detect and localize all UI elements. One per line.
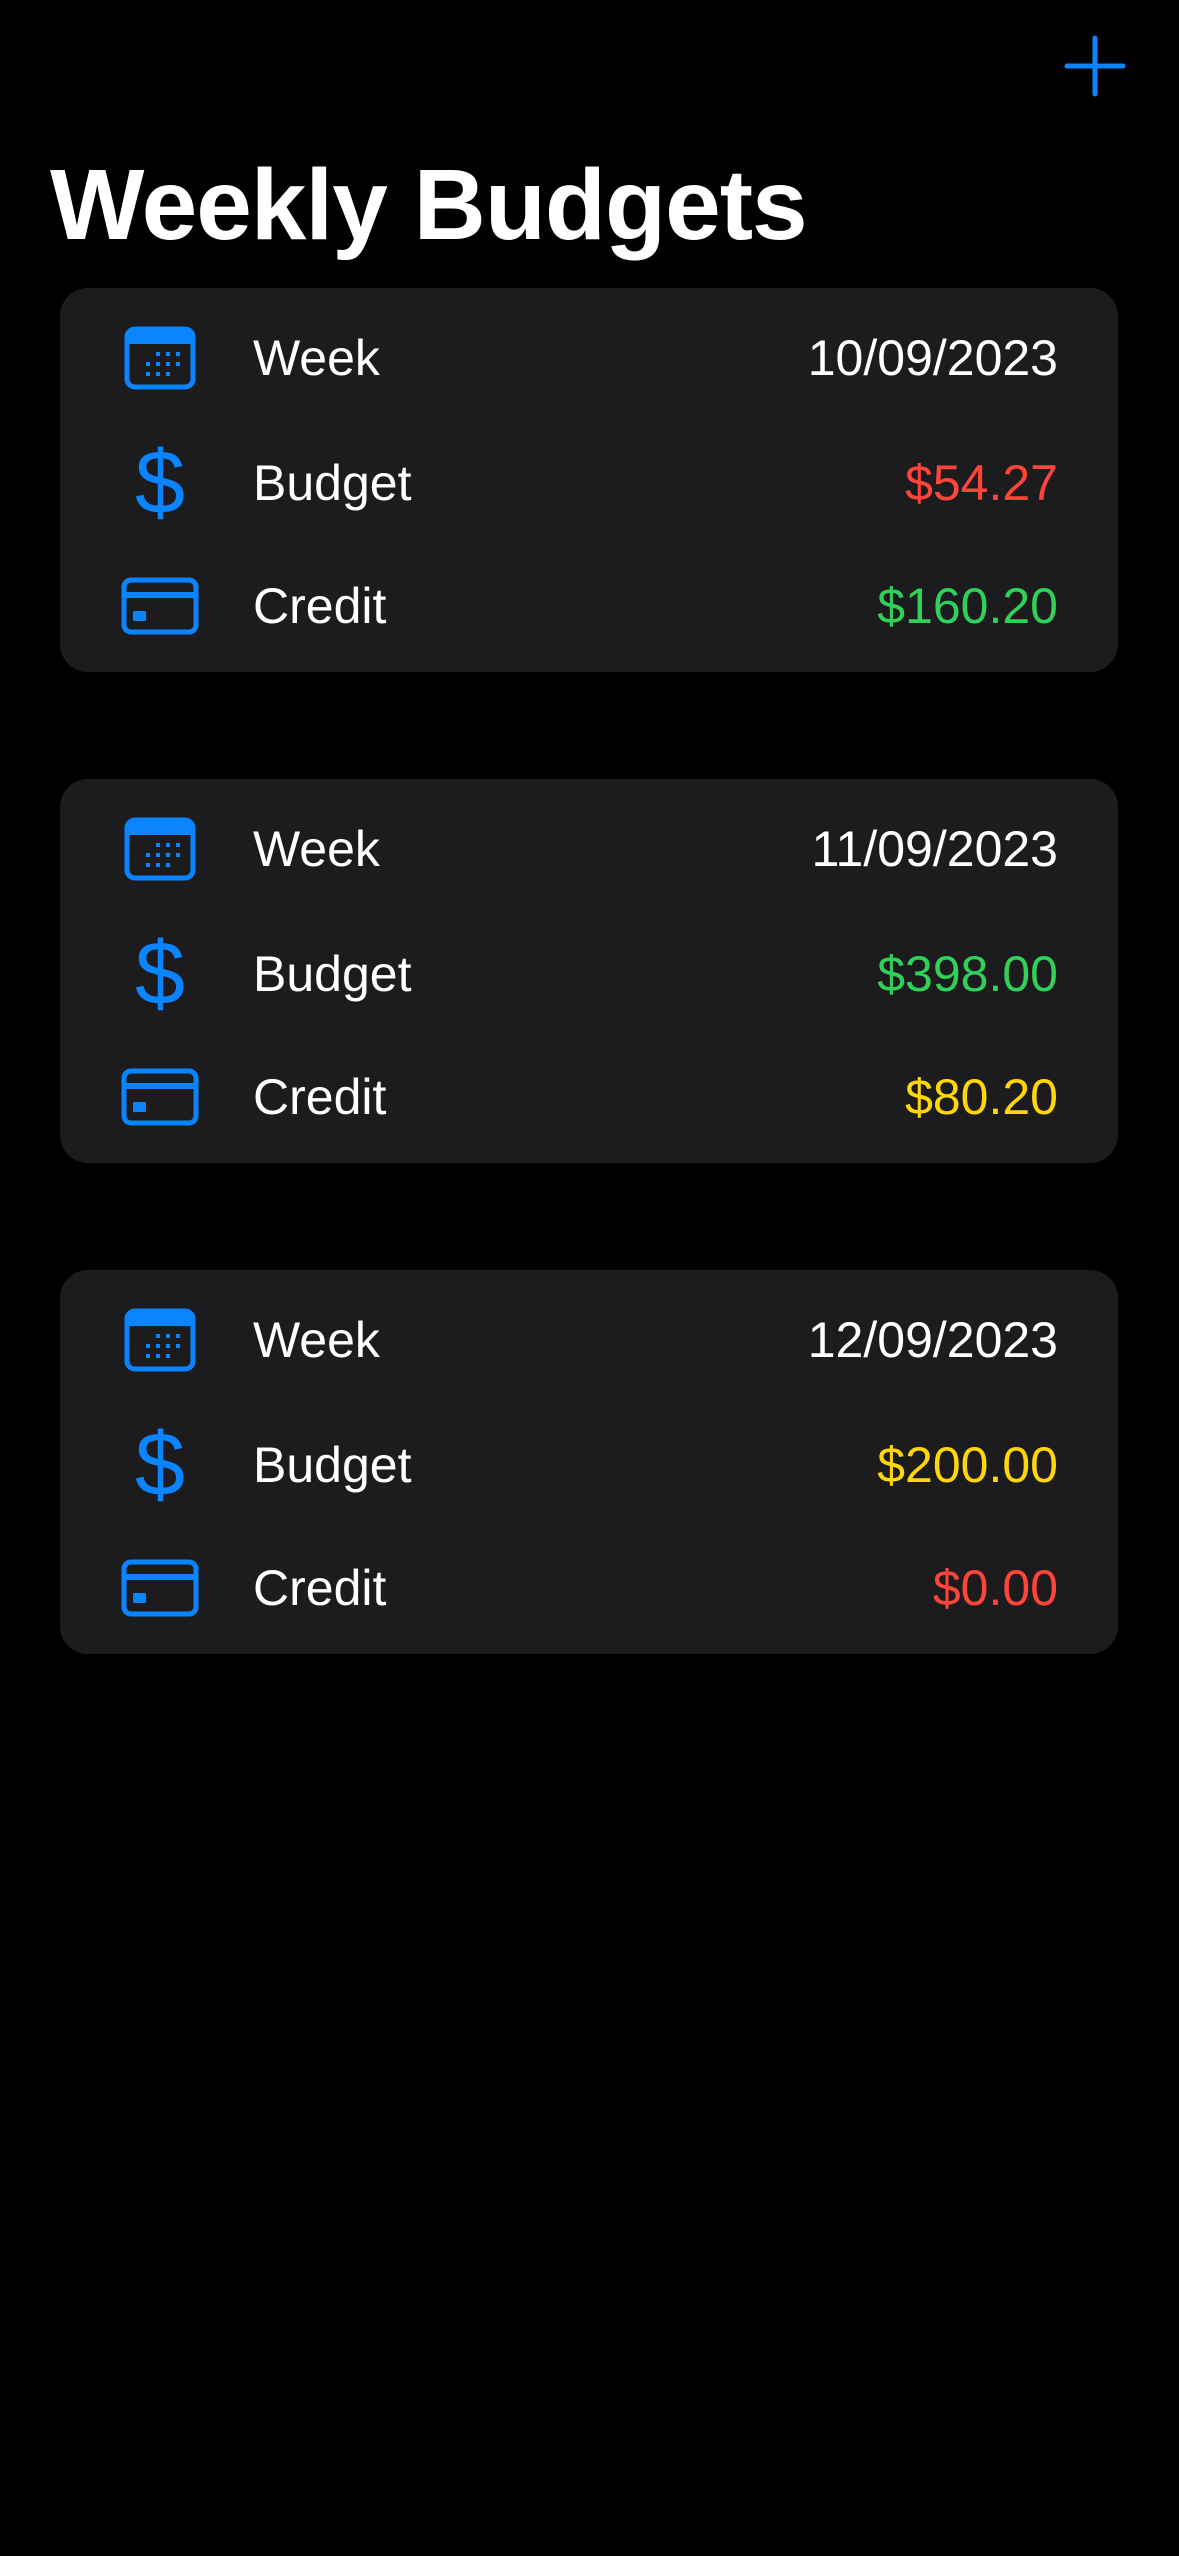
budget-value: $200.00	[877, 1437, 1058, 1493]
week-label: Week	[253, 1312, 380, 1368]
week-label: Week	[253, 330, 380, 386]
budget-card[interactable]: Week 12/09/2023 $ Budget $200.00 Credit …	[60, 1270, 1118, 1654]
dollar-sign-icon: $	[134, 1415, 186, 1515]
budget-row: $ Budget $398.00	[60, 924, 1118, 1024]
credit-card-icon	[120, 1556, 200, 1620]
credit-value: $160.20	[877, 578, 1058, 634]
credit-card-icon	[120, 574, 200, 638]
week-row: Week 11/09/2023	[60, 799, 1118, 899]
page-title: Weekly Budgets	[50, 149, 808, 261]
budget-row: $ Budget $54.27	[60, 433, 1118, 533]
week-value: 12/09/2023	[807, 1312, 1058, 1368]
calendar-icon	[120, 326, 200, 390]
week-value: 11/09/2023	[811, 821, 1058, 877]
budget-row: $ Budget $200.00	[60, 1415, 1118, 1515]
dollar-sign-icon: $	[134, 924, 186, 1024]
credit-card-icon	[120, 1065, 200, 1129]
budget-card[interactable]: Week 10/09/2023 $ Budget $54.27 Credit $…	[60, 288, 1118, 672]
week-value: 10/09/2023	[807, 330, 1058, 386]
credit-value: $0.00	[932, 1560, 1058, 1616]
budget-value: $54.27	[905, 455, 1058, 511]
credit-row: Credit $80.20	[60, 1047, 1118, 1147]
credit-row: Credit $0.00	[60, 1538, 1118, 1638]
dollar-sign-icon: $	[134, 433, 186, 533]
budget-label: Budget	[253, 946, 412, 1002]
credit-label: Credit	[253, 1560, 387, 1616]
budget-card[interactable]: Week 11/09/2023 $ Budget $398.00 Credit …	[60, 779, 1118, 1163]
add-budget-button[interactable]	[1063, 34, 1127, 98]
credit-label: Credit	[253, 578, 387, 634]
budget-label: Budget	[253, 455, 412, 511]
week-row: Week 12/09/2023	[60, 1290, 1118, 1390]
budget-value: $398.00	[877, 946, 1058, 1002]
calendar-icon	[120, 1308, 200, 1372]
calendar-icon	[120, 817, 200, 881]
week-row: Week 10/09/2023	[60, 308, 1118, 408]
credit-row: Credit $160.20	[60, 556, 1118, 656]
budget-label: Budget	[253, 1437, 412, 1493]
credit-label: Credit	[253, 1069, 387, 1125]
plus-icon	[1064, 35, 1126, 97]
week-label: Week	[253, 821, 380, 877]
credit-value: $80.20	[905, 1069, 1058, 1125]
